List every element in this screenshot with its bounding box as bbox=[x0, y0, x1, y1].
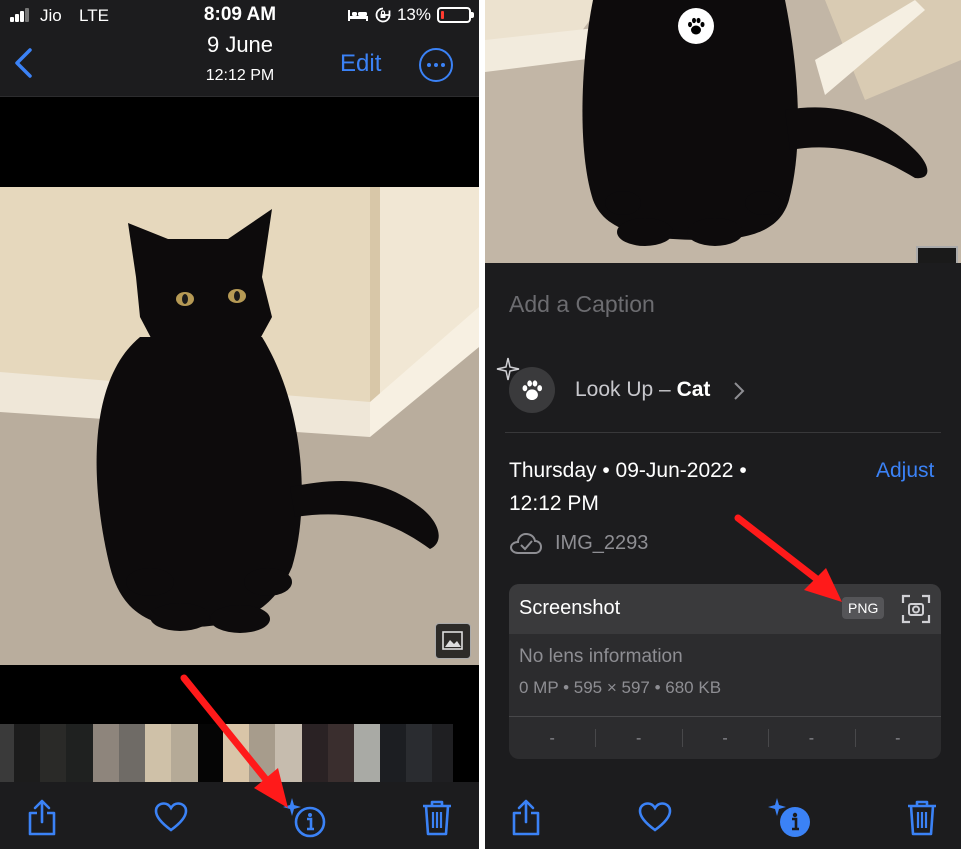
live-text-icon[interactable] bbox=[435, 623, 471, 659]
network-type: LTE bbox=[79, 6, 109, 25]
metadata-title: Screenshot bbox=[519, 597, 621, 619]
battery-level bbox=[441, 11, 444, 19]
info-filled-icon[interactable] bbox=[765, 796, 813, 840]
exif-value: - bbox=[549, 730, 555, 747]
more-icon[interactable] bbox=[419, 48, 453, 82]
bottom-toolbar bbox=[485, 782, 961, 849]
cat-photo[interactable] bbox=[0, 187, 479, 665]
icloud-icon bbox=[509, 532, 543, 554]
file-name: IMG_2293 bbox=[555, 532, 649, 554]
caption-placeholder[interactable]: Add a Caption bbox=[509, 291, 655, 318]
edit-button[interactable]: Edit bbox=[340, 50, 381, 78]
paw-icon[interactable] bbox=[509, 367, 555, 413]
caption-field[interactable]: Add a Caption bbox=[485, 263, 961, 345]
exif-value: - bbox=[595, 717, 681, 759]
photo-date: 9 June bbox=[206, 32, 274, 57]
status-bar: Jio LTE 8:09 AM 13% bbox=[0, 0, 479, 30]
heart-icon[interactable] bbox=[154, 802, 188, 832]
heart-icon[interactable] bbox=[638, 802, 672, 832]
look-up-prefix: Look Up – bbox=[575, 378, 677, 401]
chevron-left-icon[interactable] bbox=[12, 46, 36, 80]
exif-value: - bbox=[681, 717, 768, 759]
look-up-subject: Cat bbox=[676, 378, 711, 401]
signal-icon bbox=[10, 8, 32, 22]
trash-icon[interactable] bbox=[421, 799, 453, 837]
format-badge: PNG bbox=[842, 597, 885, 619]
image-specs: 0 MP • 595 × 597 • 680 KB bbox=[519, 678, 722, 697]
share-icon[interactable] bbox=[510, 798, 542, 836]
paw-icon[interactable] bbox=[678, 8, 714, 44]
photo-date-line: Thursday • 09-Jun-2022 • bbox=[509, 459, 747, 482]
battery-icon bbox=[437, 7, 474, 23]
thumbnail-strip[interactable] bbox=[0, 724, 479, 782]
orientation-lock-icon bbox=[375, 7, 391, 23]
look-up-button[interactable]: Look Up – Cat bbox=[575, 378, 710, 402]
share-icon[interactable] bbox=[26, 798, 58, 836]
adjust-button[interactable]: Adjust bbox=[876, 459, 934, 483]
info-sparkle-icon[interactable] bbox=[280, 796, 328, 840]
status-time: 8:09 AM bbox=[203, 4, 277, 25]
exif-row: - - - - - bbox=[509, 716, 941, 759]
photo-info-sheet: Look Up – Cat Thursday • 09-Jun-2022 • 1… bbox=[485, 345, 961, 782]
photo-time: 12:12 PM bbox=[205, 67, 275, 84]
photo-info-panel: Add a Caption Look Up – Cat Thursday • 0… bbox=[485, 0, 961, 849]
divider bbox=[505, 432, 941, 433]
bottom-toolbar bbox=[0, 782, 479, 849]
cat-photo-cropped[interactable] bbox=[485, 0, 961, 263]
carrier-name: Jio bbox=[40, 6, 62, 25]
photo-time-line: 12:12 PM bbox=[509, 492, 599, 515]
trash-icon[interactable] bbox=[906, 799, 938, 837]
bed-icon bbox=[347, 10, 368, 21]
navigation-bar: 9 June 12:12 PM Edit bbox=[0, 30, 479, 97]
exif-value: - bbox=[854, 717, 941, 759]
battery-percent: 13% bbox=[396, 5, 431, 24]
metadata-header: Screenshot PNG bbox=[509, 584, 941, 634]
metadata-card: Screenshot PNG No lens information 0 MP … bbox=[509, 584, 941, 759]
exif-value: - bbox=[768, 717, 854, 759]
screenshot-icon bbox=[901, 594, 931, 624]
lens-info: No lens information bbox=[519, 646, 683, 667]
photo-viewer-panel: Jio LTE 8:09 AM 13% 9 June 12:12 PM Edit bbox=[0, 0, 479, 849]
chevron-right-icon[interactable] bbox=[733, 381, 745, 401]
